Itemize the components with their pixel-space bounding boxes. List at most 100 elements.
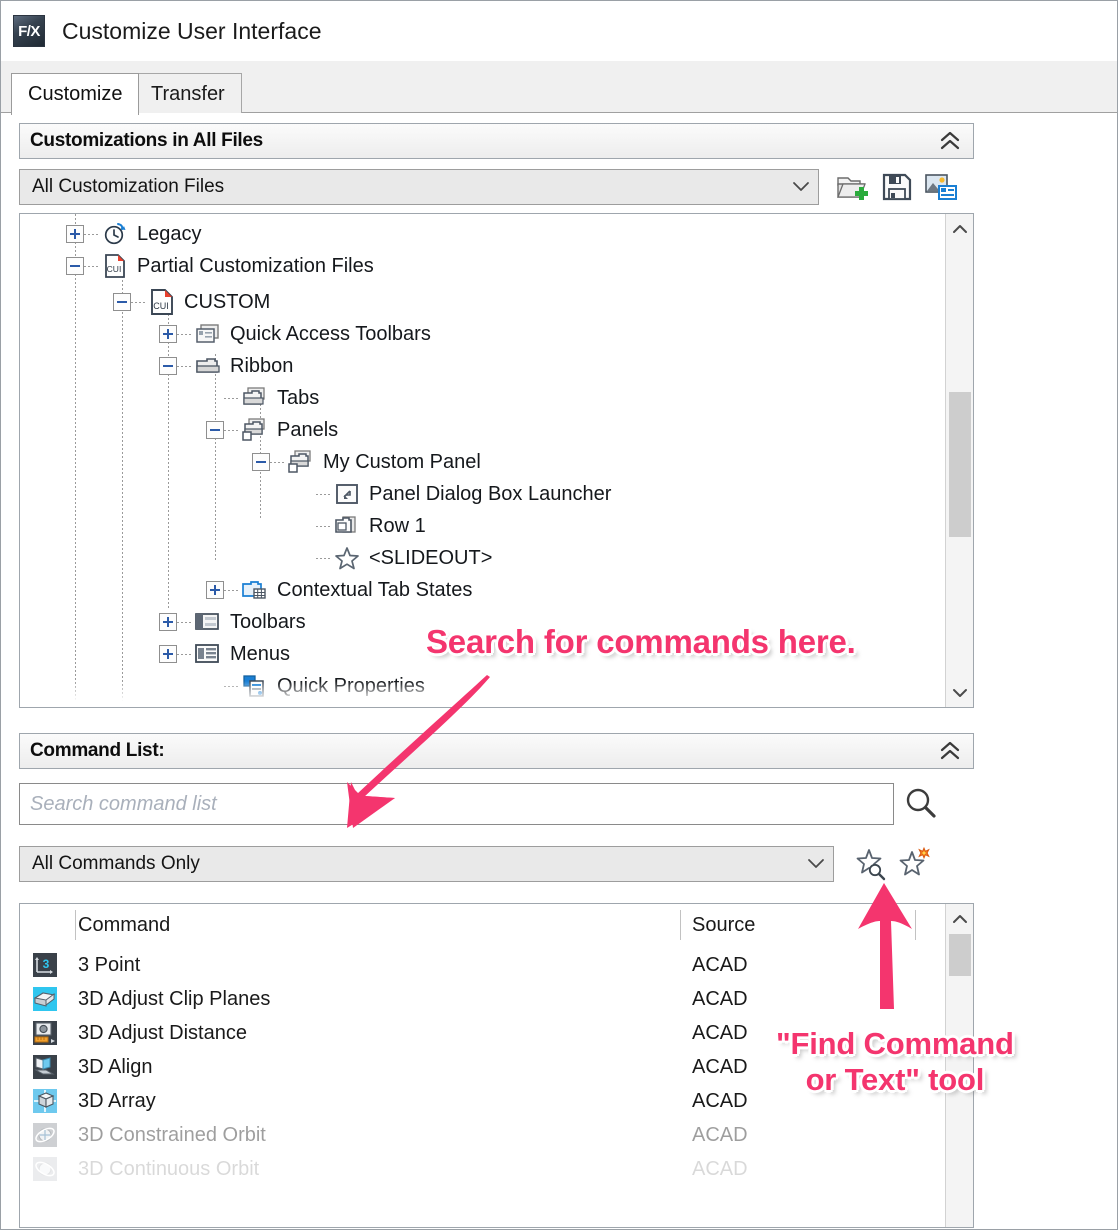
tree-item-partial-hidden: [206, 702, 277, 707]
customizations-tree[interactable]: Legacy CUI Partial Customization Files C…: [19, 213, 974, 708]
tab-customize[interactable]: Customize: [11, 73, 140, 115]
command-list-section-header: Command List:: [19, 733, 974, 769]
tree-item-contextual-tab-states[interactable]: Contextual Tab States: [206, 574, 478, 606]
align-3d-icon: [32, 1054, 58, 1080]
ribbon-panels-icon: [240, 417, 270, 443]
column-header-source[interactable]: Source: [692, 914, 755, 937]
star-new-icon[interactable]: [896, 845, 936, 883]
tab-customize-label: Customize: [28, 83, 123, 105]
column-header-command[interactable]: Command: [78, 914, 170, 937]
three-point-icon: 3: [32, 952, 58, 978]
table-row[interactable]: 3D Adjust Distance ACAD: [20, 1016, 973, 1050]
scrollbar-thumb[interactable]: [949, 934, 971, 976]
tree-item-custom[interactable]: CUI CUSTOM: [113, 286, 276, 318]
menus-icon: [193, 641, 223, 667]
tree-item-label: CUSTOM: [184, 290, 271, 313]
collapse-icon[interactable]: [159, 357, 177, 375]
tree-connector: [224, 685, 240, 687]
tree-item-label: Ribbon: [230, 354, 294, 377]
command-list-table[interactable]: Command Source 3 3 Point ACAD 3D Adjust …: [19, 903, 974, 1228]
expand-icon[interactable]: [206, 581, 224, 599]
tree-connector: [84, 265, 100, 267]
scroll-up-chevron-up-icon[interactable]: [946, 214, 973, 242]
tree-item-panels[interactable]: Panels: [206, 414, 344, 446]
tab-transfer-label: Transfer: [151, 82, 225, 105]
tree-item-partial-customization-files[interactable]: CUI Partial Customization Files: [66, 250, 380, 282]
tree-item-ribbon[interactable]: Ribbon: [159, 350, 299, 382]
tree-item-row-1[interactable]: Row 1: [298, 510, 432, 542]
table-row[interactable]: 3D Constrained Orbit ACAD: [20, 1118, 973, 1152]
tree-item-slideout[interactable]: <SLIDEOUT>: [298, 542, 498, 574]
customizations-section-header: Customizations in All Files: [19, 123, 974, 159]
contextual-tab-icon: [240, 577, 270, 603]
table-row[interactable]: 3D Array ACAD: [20, 1084, 973, 1118]
command-table-scrollbar[interactable]: [945, 904, 973, 1227]
table-row[interactable]: 3 3 Point ACAD: [20, 948, 973, 982]
command-filter-select[interactable]: All Commands Only: [19, 846, 834, 882]
tree-item-label: Legacy: [137, 222, 202, 245]
page-title: Customize User Interface: [62, 17, 322, 44]
tree-content: Legacy CUI Partial Customization Files C…: [20, 214, 973, 707]
tree-item-panel-dialog-box-launcher[interactable]: Panel Dialog Box Launcher: [298, 478, 617, 510]
search-input[interactable]: Search command list: [19, 783, 894, 825]
customization-file-row: All Customization Files: [19, 168, 974, 206]
expand-icon[interactable]: [159, 645, 177, 663]
collapse-icon[interactable]: [206, 421, 224, 439]
command-name: 3D Adjust Distance: [78, 1021, 247, 1044]
tree-item-quick-properties[interactable]: Quick Properties: [206, 670, 431, 702]
collapse-icon[interactable]: [252, 453, 270, 471]
tree-connector: [131, 301, 147, 303]
adjust-clip-planes-icon: [32, 986, 58, 1012]
customization-file-select[interactable]: All Customization Files: [19, 169, 819, 205]
command-source: ACAD: [692, 1157, 748, 1180]
tree-item-tabs[interactable]: Tabs: [206, 382, 325, 414]
table-bottom-fade: [20, 1193, 973, 1227]
tree-item-label: Tabs: [277, 386, 320, 409]
command-source: ACAD: [692, 987, 748, 1010]
column-divider: [915, 910, 916, 940]
scroll-down-chevron-down-icon[interactable]: [946, 679, 973, 707]
search-placeholder: Search command list: [30, 792, 217, 815]
tree-scrollbar[interactable]: [945, 214, 973, 707]
expand-icon[interactable]: [159, 325, 177, 343]
expand-icon[interactable]: [159, 613, 177, 631]
command-source: ACAD: [692, 1089, 748, 1112]
svg-text:CUI: CUI: [107, 264, 122, 274]
table-row[interactable]: 3D Align ACAD: [20, 1050, 973, 1084]
star-magnifier-icon[interactable]: [852, 845, 892, 883]
scroll-up-chevron-up-icon[interactable]: [946, 904, 973, 932]
magnifier-icon[interactable]: [894, 781, 948, 827]
adjust-distance-icon: [32, 1020, 58, 1046]
rollover-tooltips-icon: [240, 705, 270, 707]
tree-item-quick-access-toolbars[interactable]: Quick Access Toolbars: [159, 318, 437, 350]
open-folder-plus-icon[interactable]: [833, 168, 873, 206]
command-source: ACAD: [692, 1055, 748, 1078]
tab-transfer[interactable]: Transfer: [134, 73, 242, 114]
image-list-icon[interactable]: [921, 168, 961, 206]
tree-item-label: Quick Properties: [277, 674, 425, 697]
collapse-icon[interactable]: [66, 257, 84, 275]
collapse-icon[interactable]: [113, 293, 131, 311]
tree-item-menus[interactable]: Menus: [159, 638, 296, 670]
tree-item-my-custom-panel[interactable]: My Custom Panel: [252, 446, 487, 478]
tree-item-legacy[interactable]: Legacy: [66, 218, 208, 250]
tree-item-label: Quick Access Toolbars: [230, 322, 431, 345]
tree-connector: [177, 333, 193, 335]
cui-file-icon: CUI: [147, 289, 177, 315]
customization-file-value: All Customization Files: [32, 176, 225, 197]
toolbars-icon: [193, 609, 223, 635]
double-chevron-up-icon[interactable]: [937, 738, 963, 764]
panel-row-icon: [332, 513, 362, 539]
floppy-disk-save-icon[interactable]: [877, 168, 917, 206]
tree-item-label: Panels: [277, 418, 339, 441]
expand-icon[interactable]: [66, 225, 84, 243]
chevron-down-icon: [792, 180, 810, 195]
table-row[interactable]: 3D Continuous Orbit ACAD: [20, 1152, 973, 1186]
tree-guide: [122, 264, 123, 704]
tree-item-toolbars[interactable]: Toolbars: [159, 606, 312, 638]
scrollbar-thumb[interactable]: [949, 392, 971, 537]
double-chevron-up-icon[interactable]: [937, 128, 963, 154]
table-row[interactable]: 3D Adjust Clip Planes ACAD: [20, 982, 973, 1016]
command-source: ACAD: [692, 1021, 748, 1044]
tree-connector: [84, 233, 100, 235]
